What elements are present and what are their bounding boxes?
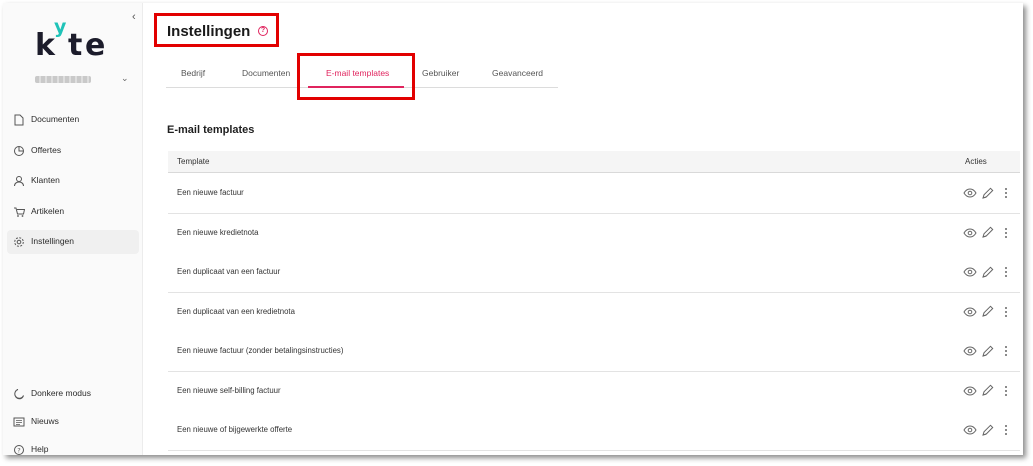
row-actions: [962, 225, 1012, 241]
main-content: Instellingen ? Bedrijf Documenten E-mail…: [144, 3, 1023, 455]
column-header-template: Template: [177, 157, 210, 166]
section-title: E-mail templates: [167, 124, 255, 136]
template-name: Een nieuwe factuur (zonder betalingsinst…: [177, 346, 344, 355]
kyte-logo: k y t e: [35, 17, 115, 61]
eye-icon[interactable]: [962, 185, 978, 201]
sidebar-item-artikelen[interactable]: Artikelen: [7, 200, 139, 224]
pencil-icon[interactable]: [979, 383, 995, 399]
more-vertical-icon[interactable]: [998, 264, 1014, 280]
sidebar-item-label: Klanten: [31, 175, 60, 185]
more-vertical-icon[interactable]: [998, 185, 1014, 201]
sidebar-item-instellingen[interactable]: Instellingen: [7, 230, 139, 254]
sidebar-item-label: Nieuws: [31, 416, 59, 426]
tab-gebruiker[interactable]: Gebruiker: [422, 68, 459, 78]
template-name: Een nieuwe kredietnota: [177, 227, 259, 237]
column-header-acties: Acties: [965, 157, 987, 166]
pencil-icon[interactable]: [979, 225, 995, 241]
document-icon: [13, 114, 25, 126]
moon-icon: [13, 388, 25, 400]
sidebar-item-klanten[interactable]: Klanten: [7, 169, 139, 193]
more-vertical-icon[interactable]: [998, 383, 1014, 399]
tab-bedrijf[interactable]: Bedrijf: [181, 68, 205, 78]
sidebar-item-donkere-modus[interactable]: Donkere modus: [7, 382, 139, 406]
sidebar-item-help[interactable]: ? Help: [7, 438, 139, 455]
template-name: Een nieuwe factuur: [177, 188, 244, 197]
help-icon: ?: [13, 444, 25, 455]
row-actions: [962, 304, 1012, 320]
question-circle-icon[interactable]: ?: [258, 26, 268, 36]
tab-highlight-box: [297, 53, 415, 100]
row-actions: [962, 383, 1012, 399]
user-icon: [13, 175, 25, 187]
sidebar-item-label: Documenten: [31, 114, 80, 124]
pencil-icon[interactable]: [979, 343, 995, 359]
more-vertical-icon[interactable]: [998, 225, 1014, 241]
sidebar-item-label: Instellingen: [31, 236, 75, 246]
quote-icon: [13, 145, 25, 157]
title-highlight-box: Instellingen ?: [154, 13, 279, 47]
table-header: Template Acties: [168, 151, 1020, 173]
logo-letter-e: e: [85, 28, 106, 63]
eye-icon[interactable]: [962, 383, 978, 399]
sidebar-item-label: Help: [31, 444, 49, 454]
pencil-icon[interactable]: [979, 422, 995, 438]
tab-geavanceerd[interactable]: Geavanceerd: [492, 68, 543, 78]
table-row[interactable]: Een duplicaat van een factuur: [168, 253, 1020, 293]
pencil-icon[interactable]: [979, 264, 995, 280]
cart-icon: [13, 206, 25, 218]
more-vertical-icon[interactable]: [998, 304, 1014, 320]
logo-letter-t: t: [68, 28, 83, 63]
eye-icon[interactable]: [962, 343, 978, 359]
eye-icon[interactable]: [962, 304, 978, 320]
sidebar: ‹ k y t e ⌄ Documenten Offertes Klanten …: [3, 3, 143, 455]
chevron-left-icon[interactable]: ‹: [132, 11, 136, 23]
sidebar-item-documenten[interactable]: Documenten: [7, 108, 139, 132]
app-window: ‹ k y t e ⌄ Documenten Offertes Klanten …: [3, 3, 1023, 455]
row-actions: [962, 422, 1012, 438]
template-name: Een nieuwe of bijgewerkte offerte: [177, 425, 293, 434]
table-row[interactable]: Een nieuwe of bijgewerkte offerte: [168, 411, 1020, 451]
news-icon: [13, 416, 25, 428]
sidebar-item-label: Offertes: [31, 145, 62, 155]
template-name: Een duplicaat van een kredietnota: [177, 306, 295, 316]
pencil-icon[interactable]: [979, 304, 995, 320]
more-vertical-icon[interactable]: [998, 422, 1014, 438]
sidebar-item-label: Artikelen: [31, 206, 65, 216]
table-row[interactable]: Een duplicaat van een kredietnota: [168, 292, 1020, 333]
account-switcher[interactable]: ⌄: [35, 73, 130, 87]
row-actions: [962, 343, 1012, 359]
logo-letter-y: y: [54, 16, 67, 38]
logo-letter-k: k: [35, 28, 55, 63]
pencil-icon[interactable]: [979, 185, 995, 201]
svg-text:?: ?: [17, 446, 20, 454]
template-name: Een nieuwe self-billing factuur: [177, 385, 281, 395]
sidebar-item-nieuws[interactable]: Nieuws: [7, 410, 139, 434]
sidebar-item-label: Donkere modus: [31, 388, 92, 398]
tab-documenten[interactable]: Documenten: [242, 68, 290, 78]
table-row[interactable]: Een nieuwe kredietnota: [168, 213, 1020, 254]
row-actions: [962, 185, 1012, 201]
table-row[interactable]: Een nieuwe factuur (zonder betalingsinst…: [168, 332, 1020, 372]
eye-icon[interactable]: [962, 225, 978, 241]
chevron-down-icon[interactable]: ⌄: [121, 73, 129, 84]
more-vertical-icon[interactable]: [998, 343, 1014, 359]
table-row[interactable]: Een nieuwe factuur: [168, 174, 1020, 214]
page-title: Instellingen: [167, 23, 251, 40]
account-name-redacted: [35, 76, 91, 83]
row-actions: [962, 264, 1012, 280]
template-name: Een duplicaat van een factuur: [177, 267, 281, 276]
eye-icon[interactable]: [962, 422, 978, 438]
table-row[interactable]: Een nieuwe self-billing factuur: [168, 371, 1020, 412]
eye-icon[interactable]: [962, 264, 978, 280]
sidebar-item-offertes[interactable]: Offertes: [7, 139, 139, 163]
gear-icon: [13, 236, 25, 248]
